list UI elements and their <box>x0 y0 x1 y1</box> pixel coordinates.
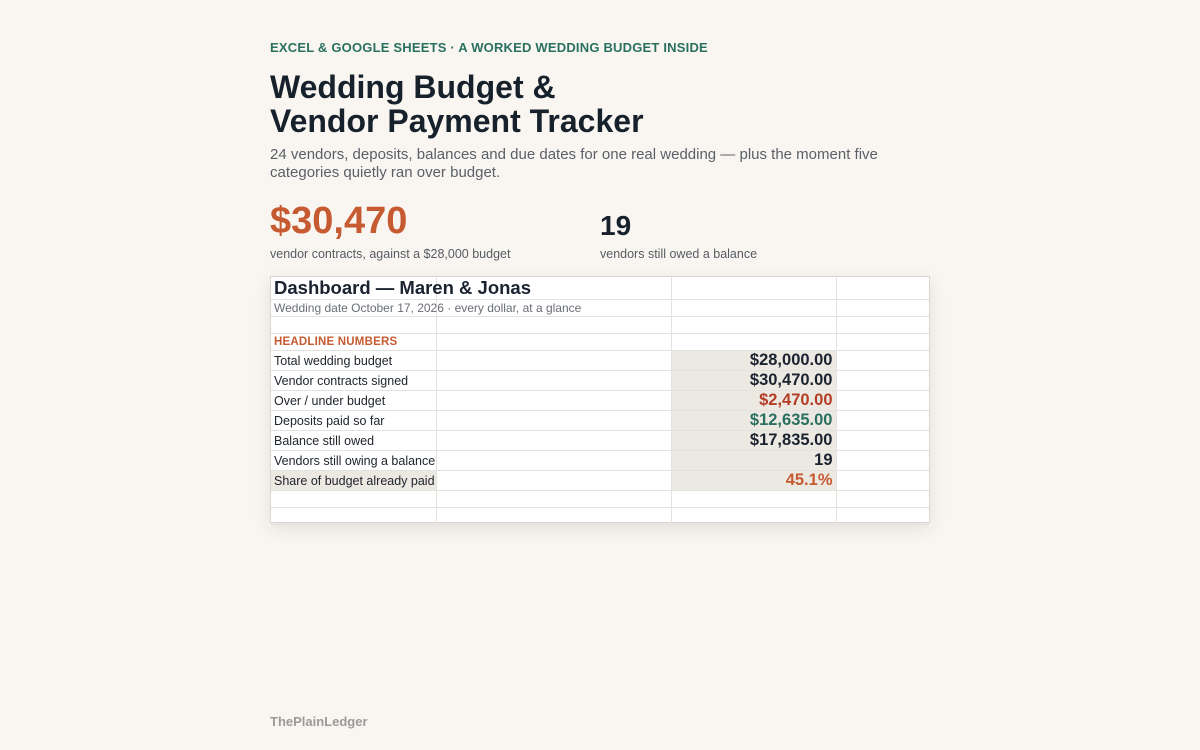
cell[interactable] <box>436 450 672 471</box>
cell[interactable] <box>836 410 929 431</box>
empty-row <box>271 507 929 525</box>
sheet-subtitle[interactable]: Wedding date October 17, 2026 · every do… <box>271 299 581 317</box>
empty-row <box>271 490 929 508</box>
table-row: Vendor contracts signed $30,470.00 <box>271 370 929 391</box>
cell[interactable] <box>436 350 672 371</box>
table-row: Share of budget already paid 45.1% <box>271 470 929 491</box>
page-subtitle: 24 vendors, deposits, balances and due d… <box>270 146 878 181</box>
stat-contracts-value: $30,470 <box>270 200 408 242</box>
footer-brand: ThePlainLedger <box>270 714 368 729</box>
eyebrow-label: EXCEL & GOOGLE SHEETS · A WORKED WEDDING… <box>270 40 708 55</box>
table-row: Over / under budget $2,470.00 <box>271 390 929 411</box>
cell[interactable] <box>271 316 437 334</box>
table-row: Total wedding budget $28,000.00 <box>271 350 929 371</box>
section-header-row: HEADLINE NUMBERS <box>271 333 929 351</box>
table-row: Deposits paid so far $12,635.00 <box>271 410 929 431</box>
row-label[interactable]: Vendor contracts signed <box>271 370 437 391</box>
cell[interactable] <box>836 370 929 391</box>
row-label[interactable]: Balance still owed <box>271 430 437 451</box>
dashboard-table: Dashboard — Maren & Jonas Wedding date O… <box>271 277 929 525</box>
row-label[interactable]: Share of budget already paid <box>271 470 437 491</box>
cell[interactable] <box>671 316 837 334</box>
page-title-line-2: Vendor Payment Tracker <box>270 103 644 139</box>
cell[interactable] <box>671 333 837 351</box>
stat-vendors-value: 19 <box>600 210 632 241</box>
cell[interactable] <box>436 490 672 508</box>
cell[interactable] <box>836 277 929 300</box>
cell[interactable] <box>436 333 672 351</box>
cell[interactable] <box>836 390 929 411</box>
row-value[interactable]: $30,470.00 <box>671 370 837 391</box>
row-label[interactable]: Vendors still owing a balance <box>271 450 437 471</box>
cell[interactable] <box>671 507 837 525</box>
stat-contracts-caption: vendor contracts, against a $28,000 budg… <box>270 247 511 261</box>
table-row: Balance still owed $17,835.00 <box>271 430 929 451</box>
cell[interactable] <box>836 333 929 351</box>
spreadsheet-preview: Dashboard — Maren & Jonas Wedding date O… <box>270 276 930 525</box>
row-label[interactable]: Total wedding budget <box>271 350 437 371</box>
cell[interactable] <box>836 350 929 371</box>
page-title-line-1: Wedding Budget & <box>270 69 556 105</box>
cell[interactable] <box>436 410 672 431</box>
sheet-subtitle-row: Wedding date October 17, 2026 · every do… <box>271 299 929 317</box>
sheet-title-row: Dashboard — Maren & Jonas <box>271 277 929 300</box>
stat-vendors-caption: vendors still owed a balance <box>600 247 758 261</box>
cell[interactable] <box>836 470 929 491</box>
section-label[interactable]: HEADLINE NUMBERS <box>271 333 437 351</box>
cell[interactable] <box>671 299 837 317</box>
cell[interactable] <box>436 507 672 525</box>
sheet-title[interactable]: Dashboard — Maren & Jonas <box>271 277 531 300</box>
cell[interactable] <box>836 316 929 334</box>
empty-row <box>271 316 929 334</box>
cell[interactable] <box>671 490 837 508</box>
row-value[interactable]: 19 <box>671 450 837 471</box>
cell[interactable] <box>836 430 929 451</box>
cell[interactable] <box>436 470 672 491</box>
row-label[interactable]: Over / under budget <box>271 390 437 411</box>
cell[interactable] <box>436 316 672 334</box>
row-value[interactable]: $17,835.00 <box>671 430 837 451</box>
row-label[interactable]: Deposits paid so far <box>271 410 437 431</box>
cell[interactable] <box>836 490 929 508</box>
row-value[interactable]: $28,000.00 <box>671 350 837 371</box>
page: EXCEL & GOOGLE SHEETS · A WORKED WEDDING… <box>0 0 1200 750</box>
table-row: Vendors still owing a balance 19 <box>271 450 929 471</box>
cell[interactable] <box>836 507 929 525</box>
cell[interactable] <box>436 390 672 411</box>
row-value[interactable]: $2,470.00 <box>671 390 837 411</box>
cell[interactable] <box>436 370 672 391</box>
row-value[interactable]: $12,635.00 <box>671 410 837 431</box>
cell[interactable] <box>436 430 672 451</box>
cell[interactable] <box>271 507 437 525</box>
cell[interactable] <box>671 277 837 300</box>
cell[interactable] <box>271 490 437 508</box>
cell[interactable] <box>836 450 929 471</box>
row-value[interactable]: 45.1% <box>671 470 837 491</box>
cell[interactable] <box>836 299 929 317</box>
page-title: Wedding Budget & Vendor Payment Tracker <box>270 70 644 138</box>
